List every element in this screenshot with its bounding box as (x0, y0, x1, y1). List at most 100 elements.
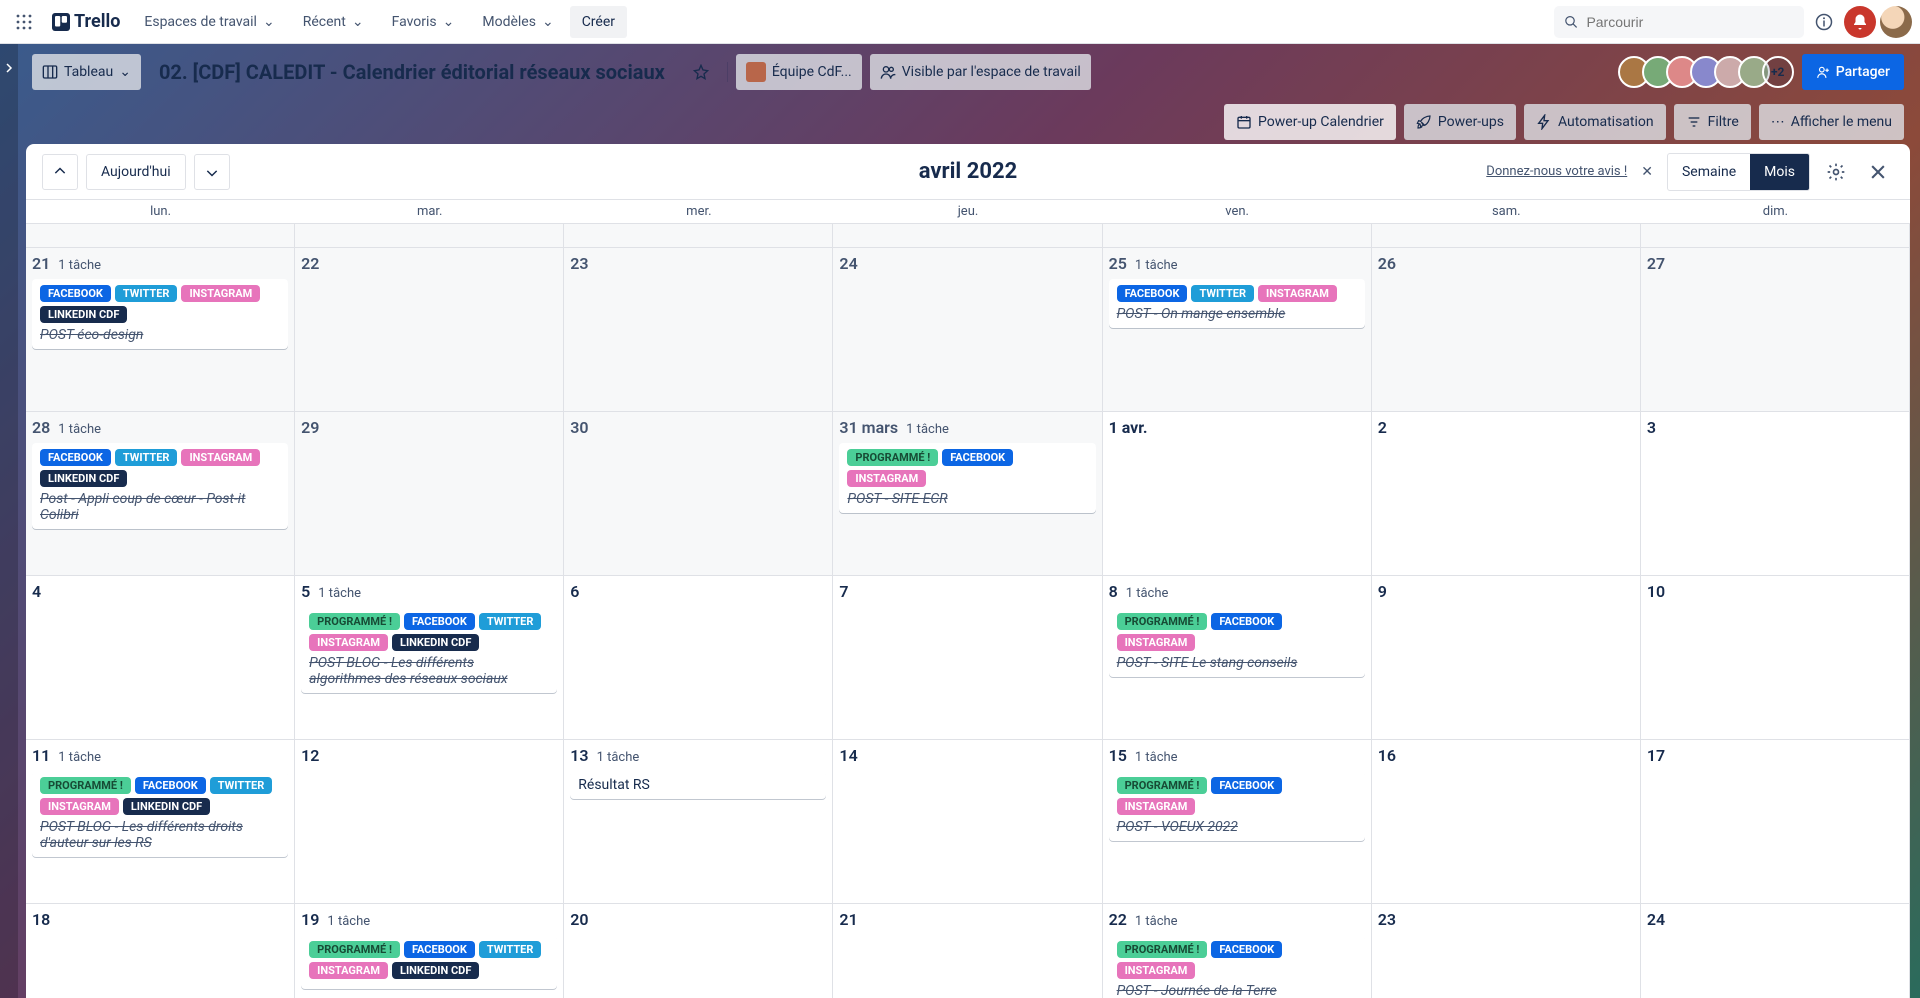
month-view-button[interactable]: Mois (1750, 154, 1809, 190)
show-menu-button[interactable]: ⋯ Afficher le menu (1759, 104, 1904, 140)
powerups-button[interactable]: Power-ups (1404, 104, 1516, 140)
nav-favorites[interactable]: Favoris⌄ (380, 6, 467, 38)
task-count: 1 tâche (1135, 258, 1178, 273)
powerup-calendar-button[interactable]: Power-up Calendrier (1224, 104, 1396, 140)
calendar-panel: Aujourd'hui avril 2022 Donnez-nous votre… (26, 144, 1910, 998)
calendar-cell[interactable]: 21 (833, 904, 1102, 998)
calendar-cell[interactable]: 22 (295, 248, 564, 412)
calendar-card[interactable]: programmé !FACEBOOKINSTAGRAMPOST - VOEUX… (1109, 771, 1365, 841)
calendar-cell[interactable]: 25 1 tâche FACEBOOKTWITTERINSTAGRAMPOST - … (1103, 248, 1372, 412)
card-label: FACEBOOK (1211, 613, 1282, 630)
day-number: 18 (32, 910, 50, 929)
calendar-card[interactable]: FACEBOOKTWITTERINSTAGRAMLINKEDIN CDFPOST… (32, 279, 288, 349)
calendar-cell[interactable]: 27 (1641, 248, 1910, 412)
calendar-cell[interactable]: 23 (564, 248, 833, 412)
star-button[interactable] (683, 54, 719, 90)
card-label: programmé ! (1117, 613, 1208, 630)
calendar-grid: 21 1 tâche FACEBOOKTWITTERINSTAGRAMLINKEDI… (26, 224, 1910, 998)
calendar-cell[interactable]: 6 (564, 576, 833, 740)
filter-button[interactable]: Filtre (1674, 104, 1751, 140)
calendar-cell[interactable]: 31 mars1 tâcheprogrammé !FACEBOOKINSTAGR… (833, 412, 1102, 576)
dow: ven. (1103, 200, 1372, 223)
card-label: INSTAGRAM (1117, 798, 1196, 815)
sidebar-expand-button[interactable] (0, 44, 18, 998)
apps-launcher-icon[interactable] (8, 6, 40, 38)
calendar-next-button[interactable] (194, 154, 230, 190)
calendar-card[interactable]: programmé !FACEBOOKTWITTERINSTAGRAMLINKE… (301, 935, 557, 989)
feedback-link[interactable]: Donnez-nous votre avis ! (1486, 164, 1627, 179)
search-input[interactable] (1586, 14, 1794, 30)
calendar-cell[interactable]: 30 (564, 412, 833, 576)
user-avatar[interactable] (1880, 6, 1912, 38)
trello-logo[interactable]: Trello (44, 6, 128, 38)
calendar-cell[interactable]: 51 tâcheprogrammé !FACEBOOKTWITTERINSTAG… (295, 576, 564, 740)
share-button[interactable]: Partager (1802, 54, 1904, 90)
week-view-button[interactable]: Semaine (1668, 154, 1750, 190)
day-number: 29 (301, 418, 319, 437)
dow: mar. (295, 200, 564, 223)
calendar-cell[interactable]: 191 tâcheprogrammé !FACEBOOKTWITTERINSTA… (295, 904, 564, 998)
calendar-card[interactable]: programmé !FACEBOOKINSTAGRAMPOST - SITE … (1109, 607, 1365, 677)
board-icon (42, 64, 58, 80)
calendar-cell[interactable]: 281 tâcheFACEBOOKTWITTERINSTAGRAMLINKEDI… (26, 412, 295, 576)
calendar-cell[interactable]: 221 tâcheprogrammé !FACEBOOKINSTAGRAMPOS… (1103, 904, 1372, 998)
calendar-cell[interactable]: 1 avr. (1103, 412, 1372, 576)
calendar-cell[interactable]: 3 (1641, 412, 1910, 576)
view-switcher[interactable]: Tableau ⌄ (32, 54, 141, 90)
calendar-cell[interactable]: 23 (1372, 904, 1641, 998)
visibility-button[interactable]: Visible par l'espace de travail (870, 54, 1091, 90)
calendar-cell[interactable]: 16 (1372, 740, 1641, 904)
automation-button[interactable]: Automatisation (1524, 104, 1666, 140)
nav-recent[interactable]: Récent⌄ (291, 6, 376, 38)
calendar-card[interactable]: programmé !FACEBOOKTWITTERINSTAGRAMLINKE… (301, 607, 557, 693)
calendar-close-icon[interactable] (1862, 156, 1894, 188)
board-title[interactable]: 02. [CDF] CALEDIT - Calendrier éditorial… (149, 54, 675, 90)
calendar-cell[interactable]: 131 tâcheRésultat RS (564, 740, 833, 904)
user-plus-icon (1816, 65, 1830, 79)
nav-templates[interactable]: Modèles⌄ (470, 6, 565, 38)
calendar-prev-button[interactable] (42, 154, 78, 190)
calendar-card[interactable]: programmé !FACEBOOKINSTAGRAMPOST - Journ… (1109, 935, 1365, 998)
calendar-cell[interactable]: 18 (26, 904, 295, 998)
calendar-cell[interactable]: 4 (26, 576, 295, 740)
day-number: 21 (839, 910, 857, 929)
day-number: 7 (839, 582, 848, 601)
card-label: LINKEDIN CDF (40, 306, 127, 323)
calendar-cell[interactable]: 9 (1372, 576, 1641, 740)
calendar-cell[interactable]: 14 (833, 740, 1102, 904)
feedback-close-icon[interactable]: ✕ (1637, 160, 1657, 184)
calendar-cell[interactable]: 211 tâcheFACEBOOKTWITTERINSTAGRAMLINKEDI… (26, 248, 295, 412)
calendar-card[interactable]: programmé !FACEBOOKINSTAGRAMPOST - SITE … (839, 443, 1095, 513)
calendar-cell[interactable]: 17 (1641, 740, 1910, 904)
info-icon[interactable] (1808, 6, 1840, 38)
calendar-cell[interactable]: 26 (1372, 248, 1641, 412)
calendar-cell[interactable]: 12 (295, 740, 564, 904)
calendar-cell[interactable]: 81 tâcheprogrammé !FACEBOOKINSTAGRAMPOST… (1103, 576, 1372, 740)
create-button[interactable]: Créer (570, 6, 627, 38)
calendar-cell[interactable]: 24 (1641, 904, 1910, 998)
calendar-card[interactable]: Résultat RS (570, 771, 826, 799)
calendar-cell[interactable]: 24 (833, 248, 1102, 412)
calendar-today-button[interactable]: Aujourd'hui (86, 154, 186, 190)
member-avatars[interactable]: +2 (1626, 56, 1794, 88)
calendar-cell[interactable]: 29 (295, 412, 564, 576)
calendar-card[interactable]: FACEBOOKTWITTERINSTAGRAMLINKEDIN CDFPost… (32, 443, 288, 529)
calendar-cell[interactable]: 10 (1641, 576, 1910, 740)
calendar-settings-icon[interactable] (1820, 156, 1852, 188)
search-box[interactable] (1554, 6, 1804, 38)
day-number: 25 (1109, 254, 1127, 273)
team-button[interactable]: Équipe CdF... (736, 54, 862, 90)
calendar-cell[interactable]: 111 tâcheprogrammé !FACEBOOKTWITTERINSTA… (26, 740, 295, 904)
calendar-cell[interactable]: 20 (564, 904, 833, 998)
calendar-cell[interactable]: 151 tâcheprogrammé !FACEBOOKINSTAGRAMPOS… (1103, 740, 1372, 904)
nav-workspaces[interactable]: Espaces de travail⌄ (132, 6, 286, 38)
card-label: INSTAGRAM (181, 449, 260, 466)
more-members[interactable]: +2 (1762, 56, 1794, 88)
dow: lun. (26, 200, 295, 223)
calendar-card[interactable]: programmé !FACEBOOKTWITTERINSTAGRAMLINKE… (32, 771, 288, 857)
notifications-icon[interactable] (1844, 6, 1876, 38)
calendar-card[interactable]: FACEBOOKTWITTERINSTAGRAMPOST - On mange … (1109, 279, 1365, 328)
calendar-cell[interactable]: 2 (1372, 412, 1641, 576)
calendar-cell[interactable]: 7 (833, 576, 1102, 740)
task-count: 1 tâche (58, 422, 101, 437)
